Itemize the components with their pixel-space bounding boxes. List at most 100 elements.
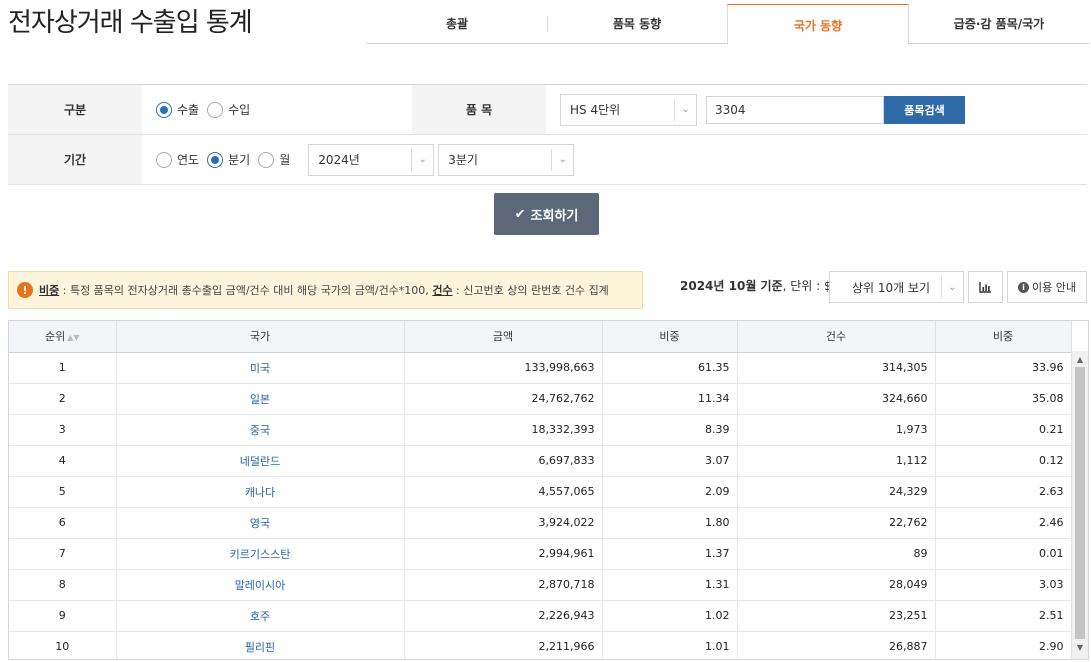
count-cell: 23,251 xyxy=(737,600,936,632)
amount-cell: 2,211,966 xyxy=(404,631,603,659)
col-count: 건수 xyxy=(737,321,936,353)
country-table: 순위 ▲▼ 국가 금액 비중 건수 비중 1 미국 133,998,663 61.35 3… xyxy=(8,320,1089,660)
amount-cell: 24,762,762 xyxy=(404,383,603,415)
table-header-row: 순위 ▲▼ 국가 금액 비중 건수 비중 xyxy=(9,321,1072,353)
country-link[interactable]: 필리핀 xyxy=(116,631,405,659)
country-link[interactable]: 미국 xyxy=(116,352,405,384)
count-cell: 89 xyxy=(737,538,936,570)
quarter-radio-label: 분기 xyxy=(228,153,251,167)
item-label: 품 목 xyxy=(412,85,546,134)
year-select-value: 2024년 xyxy=(318,153,360,167)
info-icon: i xyxy=(1018,281,1029,293)
col-rank-label: 순위 xyxy=(44,330,66,344)
rank-cell: 1 xyxy=(9,352,117,384)
rank-cell: 3 xyxy=(9,414,117,446)
country-link[interactable]: 중국 xyxy=(116,414,405,446)
count-share-cell: 2.90 xyxy=(935,631,1072,659)
count-share-cell: 0.12 xyxy=(935,445,1072,477)
month-radio[interactable]: 월 xyxy=(258,151,290,168)
amount-cell: 133,998,663 xyxy=(404,352,603,384)
country-link[interactable]: 네덜란드 xyxy=(116,445,405,477)
tab-item-trend[interactable]: 품목 동향 xyxy=(547,4,727,43)
rank-cell: 9 xyxy=(9,600,117,632)
col-amount-share: 비중 xyxy=(602,321,738,353)
col-rank[interactable]: 순위 ▲▼ xyxy=(9,321,117,353)
year-select[interactable]: 2024년 ⌄ xyxy=(308,143,435,176)
count-cell: 314,305 xyxy=(737,352,936,384)
amount-share-cell: 11.34 xyxy=(602,383,738,415)
table-row: 10 필리핀 2,211,966 1.01 26,887 2.90 xyxy=(9,631,1072,659)
scroll-down-icon[interactable]: ▼ xyxy=(1072,639,1088,655)
amount-share-cell: 2.09 xyxy=(602,476,738,508)
amount-cell: 2,870,718 xyxy=(404,569,603,601)
scroll-thumb[interactable] xyxy=(1075,367,1085,639)
table-row: 2 일본 24,762,762 11.34 324,660 35.08 xyxy=(9,383,1072,415)
basis-date-text: 2024년 10월 기준 xyxy=(680,279,783,293)
rank-cell: 4 xyxy=(9,445,117,477)
col-count-share: 비중 xyxy=(935,321,1072,353)
notice-term-count: 건수 xyxy=(432,284,453,297)
unit-text: , 단위 : $ xyxy=(782,279,832,293)
chevron-down-icon: ⌄ xyxy=(941,276,963,298)
rank-cell: 5 xyxy=(9,476,117,508)
search-submit-label: 조회하기 xyxy=(530,208,579,224)
amount-share-cell: 1.02 xyxy=(602,600,738,632)
table-row: 3 중국 18,332,393 8.39 1,973 0.21 xyxy=(9,414,1072,446)
quarter-select[interactable]: 3분기 ⌄ xyxy=(438,143,575,176)
import-radio[interactable]: 수입 xyxy=(207,101,250,118)
year-radio[interactable]: 연도 xyxy=(156,151,199,168)
table-row: 1 미국 133,998,663 61.35 314,305 33.96 xyxy=(9,352,1072,384)
hs-unit-select[interactable]: HS 4단위 ⌄ xyxy=(560,93,697,126)
usage-guide-label: 이용 안내 xyxy=(1032,281,1076,294)
country-link[interactable]: 말레이시아 xyxy=(116,569,405,601)
bar-chart-icon xyxy=(979,281,991,293)
search-submit-button[interactable]: ✔ 조회하기 xyxy=(494,193,599,235)
rank-cell: 10 xyxy=(9,631,117,659)
amount-share-cell: 1.01 xyxy=(602,631,738,659)
table-row: 6 영국 3,924,022 1.80 22,762 2.46 xyxy=(9,507,1072,539)
country-link[interactable]: 호주 xyxy=(116,600,405,632)
country-link[interactable]: 캐나다 xyxy=(116,476,405,508)
top-n-value: 상위 10개 보기 xyxy=(852,280,931,295)
count-cell: 24,329 xyxy=(737,476,936,508)
check-icon: ✔ xyxy=(514,206,526,222)
table-row: 5 캐나다 4,557,065 2.09 24,329 2.63 xyxy=(9,476,1072,508)
tab-country-trend[interactable]: 국가 동향 xyxy=(727,4,909,45)
top-n-select[interactable]: 상위 10개 보기 ⌄ xyxy=(829,271,964,303)
type-label: 구분 xyxy=(8,85,142,134)
notice-text-count: : 신고번호 상의 란번호 건수 집계 xyxy=(452,284,609,297)
item-code-input[interactable] xyxy=(706,95,884,124)
table-scrollbar[interactable]: ▲ ▼ xyxy=(1071,351,1088,659)
amount-cell: 2,994,961 xyxy=(404,538,603,570)
warning-icon: ! xyxy=(17,282,33,298)
amount-cell: 18,332,393 xyxy=(404,414,603,446)
country-link[interactable]: 키르기스스탄 xyxy=(116,538,405,570)
export-radio[interactable]: 수출 xyxy=(156,101,199,118)
rank-cell: 2 xyxy=(9,383,117,415)
count-cell: 22,762 xyxy=(737,507,936,539)
amount-cell: 2,226,943 xyxy=(404,600,603,632)
quarter-radio[interactable]: 분기 xyxy=(207,151,250,168)
usage-guide-button[interactable]: i 이용 안내 xyxy=(1007,271,1087,303)
chart-button[interactable] xyxy=(968,271,1003,303)
tab-summary[interactable]: 총괄 xyxy=(367,4,547,43)
item-search-button[interactable]: 품목검색 xyxy=(884,95,965,124)
country-link[interactable]: 일본 xyxy=(116,383,405,415)
tab-surge-decline[interactable]: 급증·감 품목/국가 xyxy=(909,4,1089,43)
tab-bar: 총괄 품목 동향 국가 동향 급증·감 품목/국가 xyxy=(367,4,1089,45)
count-share-cell: 3.03 xyxy=(935,569,1072,601)
period-label: 기간 xyxy=(8,135,142,184)
hs-unit-value: HS 4단위 xyxy=(570,103,621,117)
radio-unchecked-icon xyxy=(156,151,172,168)
count-cell: 26,887 xyxy=(737,631,936,659)
count-share-cell: 33.96 xyxy=(935,352,1072,384)
scroll-up-icon[interactable]: ▲ xyxy=(1072,351,1088,367)
amount-share-cell: 8.39 xyxy=(602,414,738,446)
page-title: 전자상거래 수출입 통계 xyxy=(8,8,253,38)
col-country: 국가 xyxy=(116,321,405,353)
country-link[interactable]: 영국 xyxy=(116,507,405,539)
rank-cell: 7 xyxy=(9,538,117,570)
count-cell: 28,049 xyxy=(737,569,936,601)
amount-share-cell: 3.07 xyxy=(602,445,738,477)
count-cell: 324,660 xyxy=(737,383,936,415)
